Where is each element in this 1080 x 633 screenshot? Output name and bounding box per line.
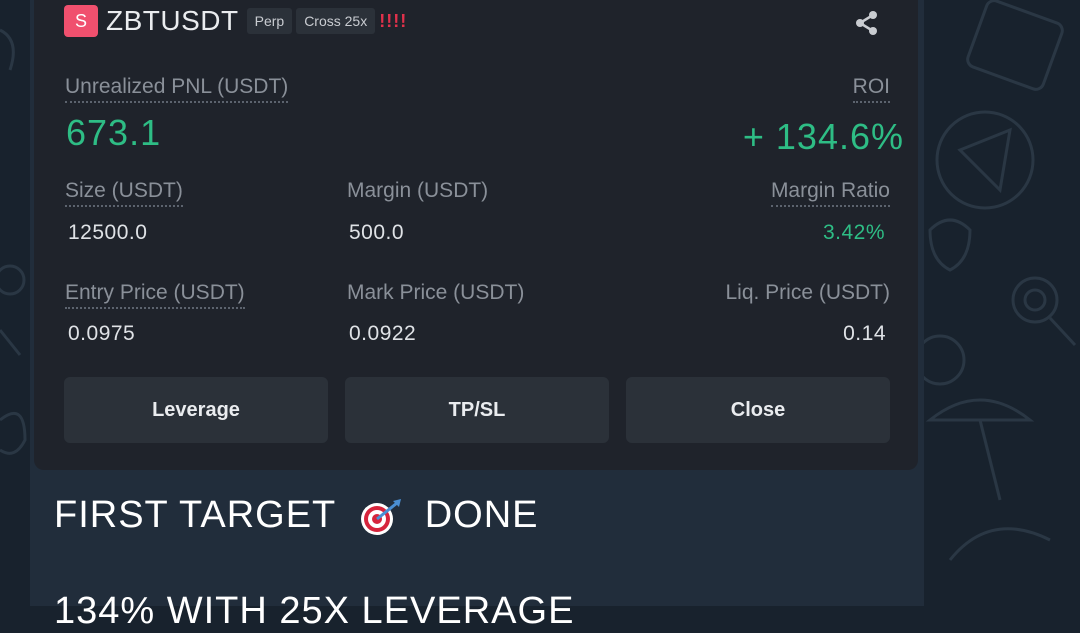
margin-ratio-label: Margin Ratio [770,179,890,207]
entry-price-label: Entry Price (USDT) [65,281,245,309]
roi-label: ROI [852,75,890,103]
message-text-first-target: FIRST TARGET [54,494,336,536]
message-text-done: DONE [424,494,539,536]
symbol-name: ZBTUSDT [106,5,239,36]
close-position-button[interactable]: Close [626,377,890,443]
message-line-1: FIRST TARGET DONE [54,494,538,537]
message-line-2: 134% WITH 25X LEVERAGE [54,590,575,632]
margin-mode-tag: Cross 25x [296,8,376,34]
unrealized-pnl-label: Unrealized PNL (USDT) [65,75,289,103]
mark-price-value: 0.0922 [349,322,417,345]
liq-price-value: 0.14 [843,322,886,345]
liq-price-label: Liq. Price (USDT) [725,281,890,304]
position-header: S ZBTUSDT Perp Cross 25x !!!! [64,4,407,38]
roi-value: + 134.6% [742,116,904,157]
share-icon[interactable] [852,8,882,38]
size-label: Size (USDT) [65,179,183,207]
contract-type-tag: Perp [246,8,293,34]
entry-price-value: 0.0975 [68,322,136,345]
dart-target-icon [361,498,402,535]
margin-ratio-value: 3.42% [822,221,885,244]
size-value: 12500.0 [68,221,148,244]
leverage-button[interactable]: Leverage [64,377,328,443]
margin-label: Margin (USDT) [347,179,489,202]
margin-value: 500.0 [349,221,405,244]
mark-price-label: Mark Price (USDT) [347,281,525,304]
alert-marks: !!!! [379,10,408,31]
tpsl-button[interactable]: TP/SL [345,377,609,443]
unrealized-pnl-value: 673.1 [66,112,162,153]
symbol-badge: S [64,5,98,37]
